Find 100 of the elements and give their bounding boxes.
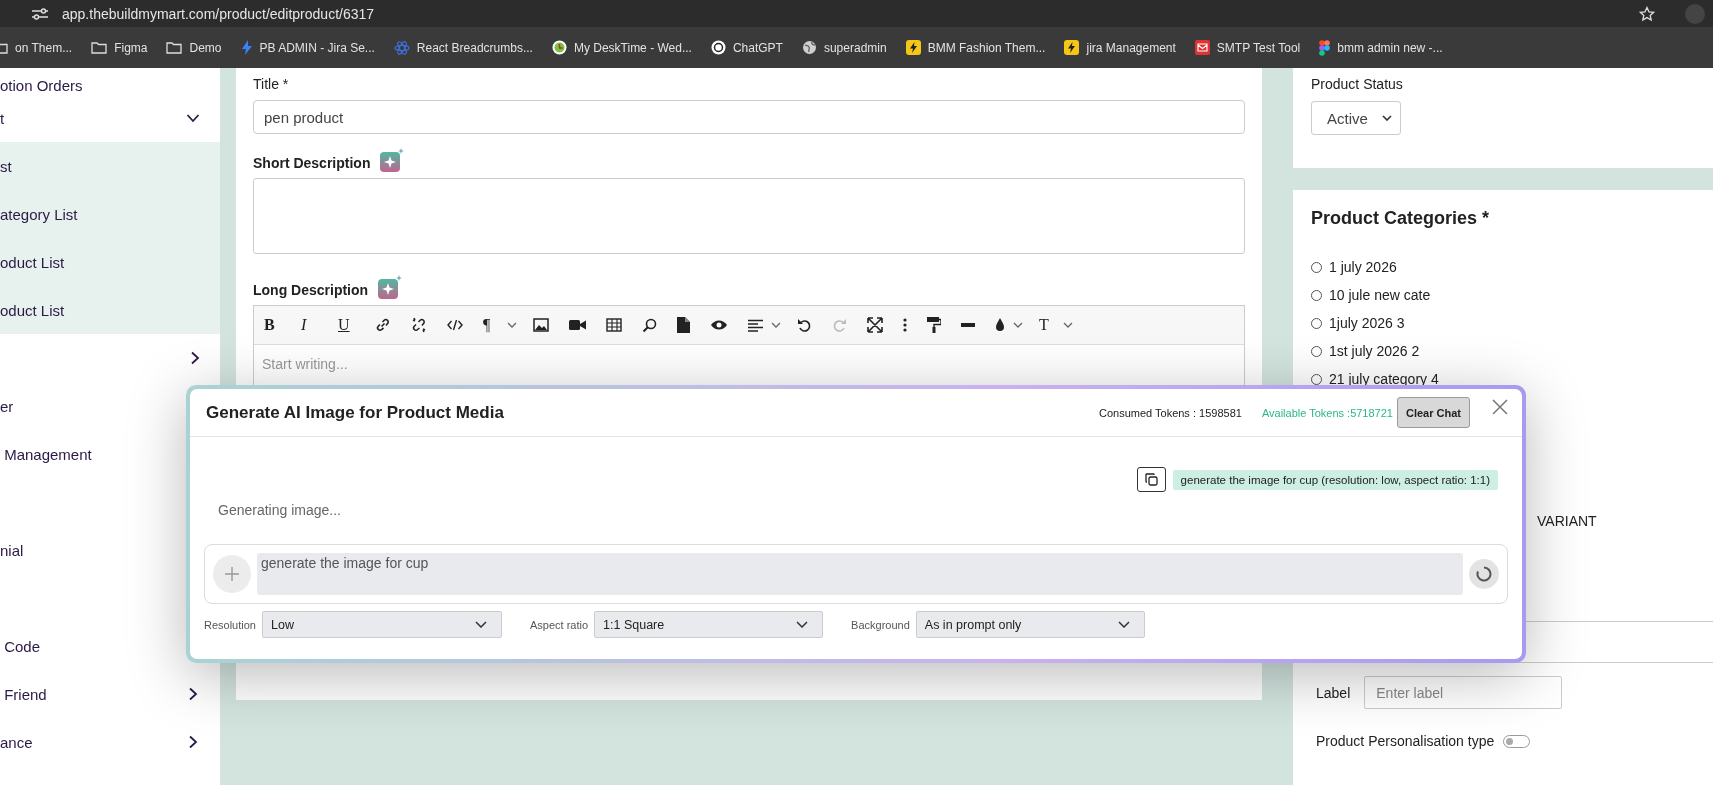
eye-icon[interactable] (710, 319, 728, 331)
option-label: Resolution (204, 618, 256, 631)
field-label: Product Status (1311, 76, 1404, 92)
plus-icon (225, 567, 239, 581)
radio-label: 1 july 2026 (1329, 259, 1397, 275)
radio-label: 10 jule new cate (1329, 287, 1431, 303)
dialog-title: Generate AI Image for Product Media (206, 402, 504, 423)
caret-icon[interactable] (771, 322, 781, 328)
label-input[interactable]: Enter label (1364, 676, 1563, 709)
sidebar-item[interactable]: Management (0, 445, 92, 463)
format-button[interactable]: I (301, 316, 338, 334)
option-select[interactable]: Low (262, 611, 502, 638)
search-icon[interactable] (642, 317, 657, 333)
status-select[interactable]: Active (1311, 101, 1401, 135)
table-icon[interactable] (606, 318, 622, 332)
clock-icon (551, 40, 567, 55)
droplet-icon[interactable] (995, 318, 1005, 332)
document-icon[interactable] (677, 317, 690, 333)
bookmark[interactable]: Figma (91, 40, 148, 55)
folder-icon (166, 41, 183, 54)
submenu-item[interactable]: oduct List (0, 253, 65, 271)
bolt-icon (1064, 40, 1080, 55)
bookmark[interactable]: jira Management (1064, 40, 1176, 55)
bookmark[interactable]: React Breadcrumbs... (393, 40, 533, 55)
bookmark[interactable]: PB ADMIN - Jira Se... (240, 40, 375, 55)
star-icon[interactable] (1639, 5, 1655, 22)
chevron-right-icon[interactable] (190, 351, 200, 365)
consumed-tokens: Consumed Tokens : 1598581 (1098, 406, 1242, 419)
sidebar-item[interactable]: ance (0, 733, 33, 751)
toggle-label: Product Personalisation type (1316, 733, 1495, 749)
code-icon[interactable] (447, 319, 463, 331)
caret-icon (475, 621, 487, 628)
bookmark[interactable]: BMM Fashion Them... (905, 40, 1046, 55)
sidebar-item[interactable]: otion Orders (0, 77, 83, 94)
bookmark[interactable]: ChatGPT (710, 40, 783, 55)
paint-roller-icon[interactable] (927, 317, 941, 333)
image-icon[interactable] (533, 318, 549, 332)
video-camera-icon[interactable] (569, 319, 586, 331)
radio-label: 1st july 2026 2 (1329, 343, 1420, 359)
available-tokens: Available Tokens :5718721 (1261, 406, 1393, 419)
caret-icon[interactable] (1063, 322, 1073, 328)
globe-icon (801, 40, 817, 55)
link-icon[interactable] (375, 317, 391, 333)
sidebar-item[interactable]: nial (0, 541, 24, 559)
caret-icon (796, 621, 809, 628)
undo-icon[interactable] (797, 317, 812, 333)
ai-sparkle-icon[interactable] (378, 275, 403, 299)
title-input[interactable]: pen product (253, 100, 1245, 134)
loading-button[interactable] (1469, 559, 1499, 589)
format-button[interactable]: B (264, 316, 301, 334)
bolt-icon (905, 40, 921, 55)
option-select[interactable]: As in prompt only (915, 611, 1145, 638)
sidebar-item[interactable]: t (0, 109, 5, 127)
align-left-icon[interactable] (748, 318, 763, 332)
sidebar-item[interactable]: Friend (0, 685, 47, 703)
field-label: Short Description (253, 155, 371, 172)
close-icon[interactable] (1492, 398, 1508, 415)
caret-icon[interactable] (1013, 322, 1023, 328)
bolt-icon (240, 40, 253, 55)
option-label: Aspect ratio (530, 618, 589, 631)
atom-icon (393, 40, 410, 55)
copy-button[interactable] (1136, 467, 1166, 492)
ai-sparkle-icon[interactable] (380, 148, 405, 172)
envelope-icon (1194, 40, 1210, 55)
format-button[interactable]: U (338, 316, 375, 334)
more-icon[interactable] (903, 318, 907, 332)
bookmark[interactable]: bmm admin new -... (1319, 39, 1443, 56)
field-label: Title * (253, 75, 290, 92)
submenu-item[interactable]: st (0, 157, 12, 175)
figma-icon (1319, 39, 1331, 56)
option-label: Background (851, 618, 910, 631)
field-label: Long Description (253, 282, 369, 299)
format-button[interactable]: T (1039, 315, 1061, 335)
submenu-item[interactable]: oduct List (0, 301, 65, 319)
bookmark[interactable]: My DeskTime - Wed... (551, 40, 692, 55)
prompt-field[interactable]: generate the image for cup (257, 553, 1463, 595)
short-description-field[interactable] (253, 178, 1245, 254)
sidebar-item[interactable]: er (0, 397, 14, 415)
bookmark[interactable]: SMTP Test Tool (1194, 40, 1301, 55)
caret-icon (1381, 115, 1392, 121)
unlink-icon[interactable] (411, 317, 427, 333)
spinner-icon (1476, 566, 1492, 582)
bookmark[interactable]: Demo (166, 40, 222, 55)
folder-icon (91, 41, 108, 54)
variant-label: VARIANT (1536, 513, 1598, 529)
site-settings-icon[interactable] (30, 6, 50, 21)
caret-icon[interactable] (507, 322, 517, 328)
user-message: generate the image for cup (resolution: low, aspect ratio: 1:1) (1172, 469, 1498, 490)
caret-icon (1117, 621, 1130, 628)
submenu-item[interactable]: ategory List (0, 205, 78, 223)
clear-chat-button[interactable]: Clear Chat (1396, 397, 1470, 428)
copy-icon (1144, 473, 1158, 486)
bookmark[interactable]: on Them... (0, 40, 73, 55)
fullscreen-icon[interactable] (867, 317, 883, 333)
bookmark[interactable]: superadmin (801, 40, 887, 55)
card-title: Product Categories * (1311, 208, 1491, 229)
radio-label: 1july 2026 3 (1329, 315, 1405, 331)
format-button[interactable]: ¶ (483, 315, 505, 335)
option-select[interactable]: 1:1 Square (594, 611, 824, 638)
sidebar-item[interactable]: Code (0, 637, 41, 655)
